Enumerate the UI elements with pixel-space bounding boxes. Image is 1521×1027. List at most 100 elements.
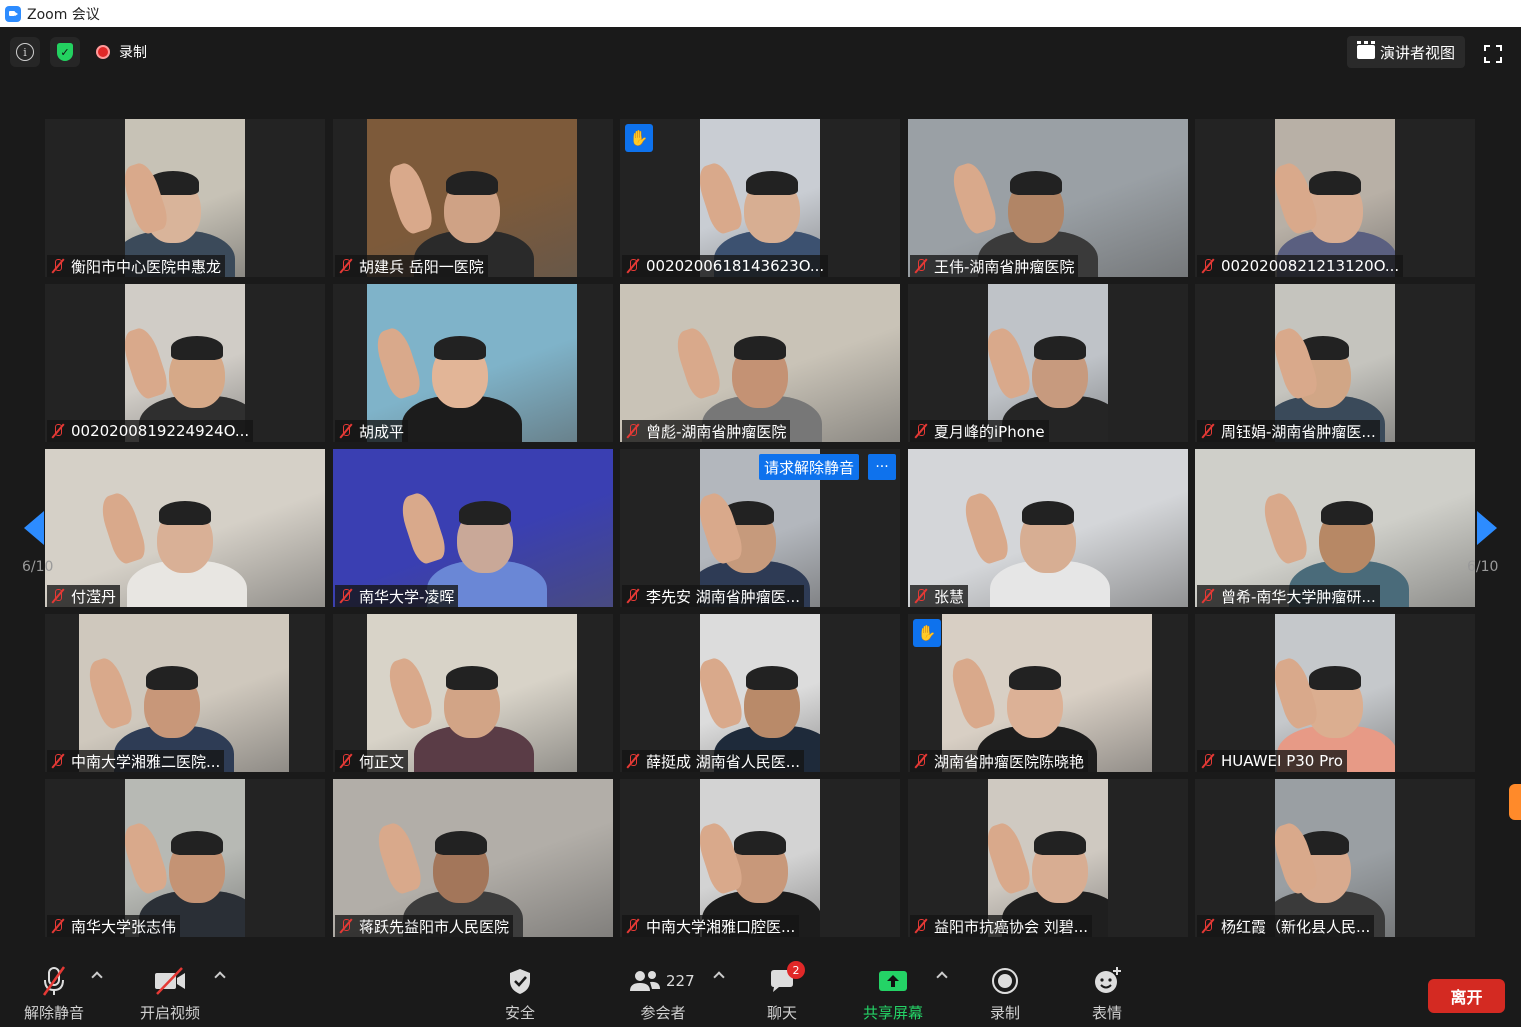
participant-name: 何正文	[359, 752, 405, 771]
recording-indicator[interactable]: 录制	[96, 42, 147, 62]
participant-tile[interactable]: 曾希-南华大学肿瘤研...	[1195, 449, 1475, 607]
participant-tile[interactable]: 杨红霞（新化县人民...	[1195, 779, 1475, 937]
share-screen-label: 共享屏幕	[863, 1004, 924, 1022]
participant-tile[interactable]: 张慧	[908, 449, 1188, 607]
participant-tile[interactable]: 何正文	[333, 614, 613, 772]
participant-name: 中南大学湘雅口腔医...	[646, 917, 796, 936]
audio-options-caret-icon[interactable]	[91, 971, 103, 983]
participant-namebar: 王伟-湖南省肿瘤医院	[910, 255, 1079, 277]
chat-unread-badge: 2	[787, 961, 805, 979]
participant-tile[interactable]: 衡阳市中心医院申惠龙	[45, 119, 325, 277]
participant-name: 中南大学湘雅二医院...	[71, 752, 221, 771]
participant-video	[1275, 779, 1395, 937]
participant-tile[interactable]: HUAWEI P30 Pro	[1195, 614, 1475, 772]
participant-namebar: 0020200821213120O...	[1197, 255, 1404, 277]
mic-muted-icon	[51, 588, 65, 604]
participant-video	[988, 779, 1108, 937]
meeting-info-button[interactable]: i	[10, 37, 40, 67]
side-panel-tab[interactable]	[1509, 784, 1521, 820]
participant-name: 杨红霞（新化县人民...	[1221, 917, 1371, 936]
next-page-arrow-icon[interactable]	[1477, 511, 1497, 545]
fullscreen-icon[interactable]	[1484, 45, 1502, 63]
participant-tile[interactable]: ✋ 湖南省肿瘤医院陈晓艳	[908, 614, 1188, 772]
share-screen-button[interactable]: 共享屏幕	[863, 965, 923, 1023]
window-titlebar: Zoom 会议	[0, 0, 1521, 27]
participant-tile[interactable]: 蒋跃先益阳市人民医院	[333, 779, 613, 937]
participant-namebar: 蒋跃先益阳市人民医院	[335, 915, 514, 937]
security-button[interactable]: 安全	[505, 965, 535, 1023]
participant-tile[interactable]: 夏月峰的iPhone	[908, 284, 1188, 442]
participant-tile[interactable]: ✋ 0020200618143623O...	[620, 119, 900, 277]
participant-name: 周钰娟-湖南省肿瘤医...	[1221, 422, 1376, 441]
meeting-toolbar: 解除静音 开启视频 安全 227 参会者 2 聊天 共享屏幕 录制 表情 离开	[0, 957, 1521, 1027]
participant-namebar: 付滢丹	[47, 585, 121, 607]
participant-namebar: 中南大学湘雅二医院...	[47, 750, 225, 772]
participant-tile[interactable]: 中南大学湘雅口腔医...	[620, 779, 900, 937]
participant-name: 0020200618143623O...	[646, 257, 825, 275]
unmute-label: 解除静音	[24, 1004, 85, 1022]
mic-muted-icon	[626, 423, 640, 439]
record-button[interactable]: 录制	[990, 965, 1020, 1023]
participant-namebar: 中南大学湘雅口腔医...	[622, 915, 800, 937]
participant-tile[interactable]: 益阳市抗癌协会 刘碧...	[908, 779, 1188, 937]
participant-video	[1275, 284, 1395, 442]
participant-tile[interactable]: 胡建兵 岳阳一医院	[333, 119, 613, 277]
participant-namebar: 衡阳市中心医院申惠龙	[47, 255, 226, 277]
video-options-caret-icon[interactable]	[214, 971, 226, 983]
security-shield-icon	[506, 965, 534, 997]
share-options-caret-icon[interactable]	[936, 971, 948, 983]
raised-hand-icon: ✋	[625, 124, 653, 152]
request-unmute-button[interactable]: 请求解除静音	[759, 454, 860, 480]
participant-tile[interactable]: 薛挺成 湖南省人民医...	[620, 614, 900, 772]
participant-name: HUAWEI P30 Pro	[1221, 752, 1343, 770]
participant-tile[interactable]: 0020200819224924O...	[45, 284, 325, 442]
mic-muted-icon	[1201, 258, 1215, 274]
reactions-button[interactable]: 表情	[1091, 965, 1123, 1023]
participant-namebar: 薛挺成 湖南省人民医...	[622, 750, 805, 772]
previous-page-label: 6/10	[22, 559, 54, 575]
zoom-logo-icon	[5, 5, 21, 22]
recording-dot-icon	[96, 45, 110, 59]
participant-tile[interactable]: 曾彪-湖南省肿瘤医院	[620, 284, 900, 442]
participant-tile[interactable]: 0020200821213120O...	[1195, 119, 1475, 277]
participant-tile[interactable]: 南华大学张志伟	[45, 779, 325, 937]
chat-icon: 2	[767, 961, 805, 997]
share-screen-icon	[876, 965, 910, 997]
mic-muted-icon	[626, 753, 640, 769]
window-title: Zoom 会议	[27, 6, 100, 23]
previous-page-arrow-icon[interactable]	[24, 511, 44, 545]
participant-tile[interactable]: 王伟-湖南省肿瘤医院	[908, 119, 1188, 277]
unmute-button[interactable]: 解除静音	[24, 965, 84, 1023]
start-video-button[interactable]: 开启视频	[140, 965, 200, 1023]
participant-namebar: 杨红霞（新化县人民...	[1197, 915, 1375, 937]
mic-muted-icon	[339, 588, 353, 604]
speaker-view-icon	[1357, 41, 1375, 59]
speaker-view-button[interactable]: 演讲者视图	[1347, 36, 1466, 68]
mic-muted-icon	[51, 258, 65, 274]
participant-tile[interactable]: 请求解除静音 ··· 李先安 湖南省肿瘤医...	[620, 449, 900, 607]
participant-tile[interactable]: 胡成平	[333, 284, 613, 442]
mic-muted-icon	[51, 918, 65, 934]
mic-muted-icon	[914, 423, 928, 439]
raised-hand-icon: ✋	[913, 619, 941, 647]
participant-tile[interactable]: 南华大学-凌晖	[333, 449, 613, 607]
participant-tile[interactable]: 付滢丹	[45, 449, 325, 607]
participant-tile[interactable]: 中南大学湘雅二医院...	[45, 614, 325, 772]
participants-options-caret-icon[interactable]	[713, 971, 725, 983]
participant-namebar: 南华大学-凌晖	[335, 585, 459, 607]
participant-video	[942, 614, 1152, 772]
participants-button[interactable]: 227 参会者	[628, 965, 698, 1023]
participant-tile[interactable]: 周钰娟-湖南省肿瘤医...	[1195, 284, 1475, 442]
participant-name: 胡建兵 岳阳一医院	[359, 257, 484, 276]
more-options-button[interactable]: ···	[868, 454, 896, 480]
participant-video	[700, 119, 820, 277]
mic-muted-icon	[626, 258, 640, 274]
leave-meeting-button[interactable]: 离开	[1428, 979, 1505, 1013]
participants-count: 227	[666, 972, 695, 990]
record-label: 录制	[990, 1004, 1021, 1022]
speaker-view-label: 演讲者视图	[1380, 43, 1456, 62]
chat-button[interactable]: 2 聊天	[767, 961, 805, 1023]
reactions-label: 表情	[1091, 1004, 1122, 1022]
security-status-button[interactable]: ✓	[50, 37, 80, 67]
chat-label: 聊天	[767, 1004, 798, 1022]
